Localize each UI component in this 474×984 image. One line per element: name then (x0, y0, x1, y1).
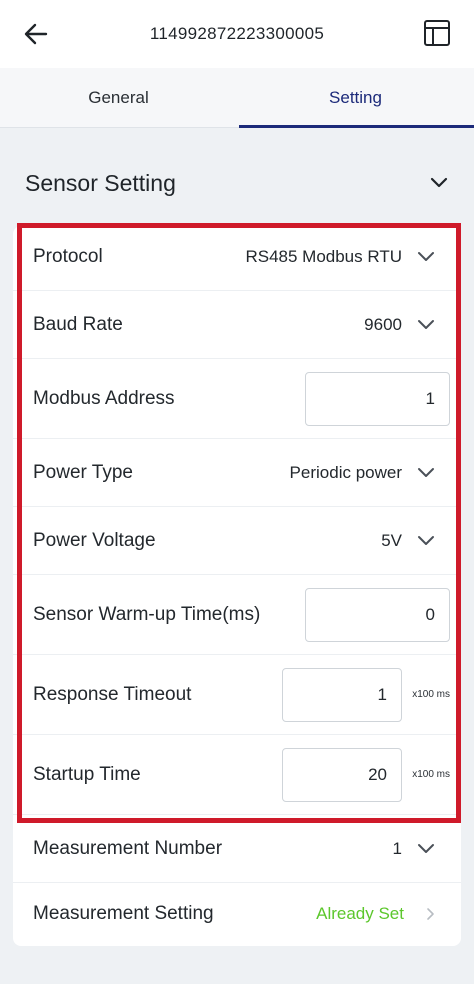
app-bar: 114992872223300005 (0, 0, 474, 68)
section-title: Sensor Setting (25, 169, 176, 196)
startup-time-unit: x100 ms (412, 769, 450, 780)
response-timeout-unit: x100 ms (412, 689, 450, 700)
sensor-setting-header[interactable]: Sensor Setting (0, 152, 474, 214)
startup-time-input[interactable]: 20 (282, 747, 402, 802)
protocol-label: Protocol (33, 245, 103, 267)
chevron-down-icon (418, 843, 434, 853)
power-voltage-value: 5V (381, 530, 402, 550)
tab-setting[interactable]: Setting (237, 68, 474, 128)
arrow-left-icon[interactable] (22, 20, 50, 48)
power-type-row[interactable]: Power Type Periodic power (13, 439, 461, 507)
measurement-number-label: Measurement Number (33, 837, 223, 859)
chevron-down-icon (418, 319, 434, 329)
baud-rate-value: 9600 (364, 314, 402, 334)
chevron-down-icon (418, 467, 434, 477)
layout-panel-icon[interactable] (422, 18, 452, 48)
chevron-down-icon[interactable] (428, 172, 450, 194)
protocol-value: RS485 Modbus RTU (245, 246, 402, 266)
response-timeout-label: Response Timeout (33, 683, 192, 705)
chevron-down-icon (418, 251, 434, 261)
modbus-address-label: Modbus Address (33, 387, 175, 409)
warmup-time-input[interactable]: 0 (305, 587, 450, 642)
baud-rate-label: Baud Rate (33, 313, 123, 335)
measurement-setting-label: Measurement Setting (33, 903, 214, 924)
warmup-time-row: Sensor Warm-up Time(ms) 0 (13, 575, 461, 655)
response-timeout-row: Response Timeout 1 x100 ms (13, 655, 461, 735)
baud-rate-row[interactable]: Baud Rate 9600 (13, 291, 461, 359)
protocol-row[interactable]: Protocol RS485 Modbus RTU (13, 223, 461, 291)
measurement-number-value: 1 (392, 838, 402, 858)
modbus-address-input[interactable]: 1 (305, 371, 450, 426)
chevron-down-icon (418, 535, 434, 545)
power-type-value: Periodic power (289, 462, 402, 482)
power-voltage-label: Power Voltage (33, 529, 156, 551)
device-id-title: 114992872223300005 (149, 24, 325, 43)
screen: 114992872223300005 General Setting Senso… (0, 0, 474, 984)
measurement-setting-status: Already Set (316, 904, 404, 923)
chevron-right-icon (427, 908, 434, 920)
startup-time-label: Startup Time (33, 763, 141, 785)
modbus-address-row: Modbus Address 1 (13, 359, 461, 439)
warmup-time-label: Sensor Warm-up Time(ms) (33, 603, 261, 625)
power-voltage-row[interactable]: Power Voltage 5V (13, 507, 461, 575)
measurement-setting-row[interactable]: Measurement Setting Already Set (13, 883, 461, 945)
power-type-label: Power Type (33, 461, 133, 483)
response-timeout-input[interactable]: 1 (282, 667, 402, 722)
tab-general[interactable]: General (0, 68, 237, 127)
measurement-number-row[interactable]: Measurement Number 1 (13, 815, 461, 883)
startup-time-row: Startup Time 20 x100 ms (13, 735, 461, 815)
tab-bar: General Setting (0, 68, 474, 128)
